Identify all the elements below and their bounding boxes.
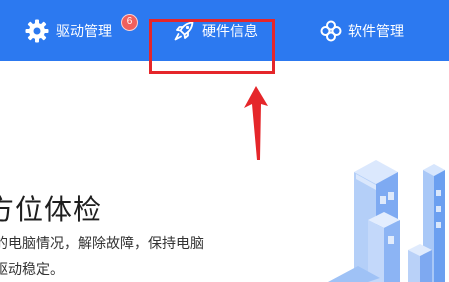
flower-icon: [320, 20, 342, 42]
nav-label-driver-management: 驱动管理: [56, 23, 112, 40]
description-line: 的电脑情况，解除故障，保持电脑: [0, 236, 204, 252]
page-description: 的电脑情况，解除故障，保持电脑 驱动稳定。: [0, 231, 254, 282]
arrow-up-icon: [244, 86, 268, 160]
isometric-city-illustration: [328, 160, 445, 282]
page-headline: 方位体检: [0, 193, 103, 226]
nav-tab-software-management[interactable]: 软件管理: [320, 0, 404, 61]
highlight-annotation-box: [149, 19, 275, 74]
gear-icon: [25, 19, 49, 43]
nav-tab-driver-management[interactable]: 驱动管理: [25, 0, 112, 61]
description-line: 驱动稳定。: [0, 262, 64, 278]
notification-badge: 6: [121, 14, 138, 31]
nav-label-software-management: 软件管理: [348, 23, 404, 40]
